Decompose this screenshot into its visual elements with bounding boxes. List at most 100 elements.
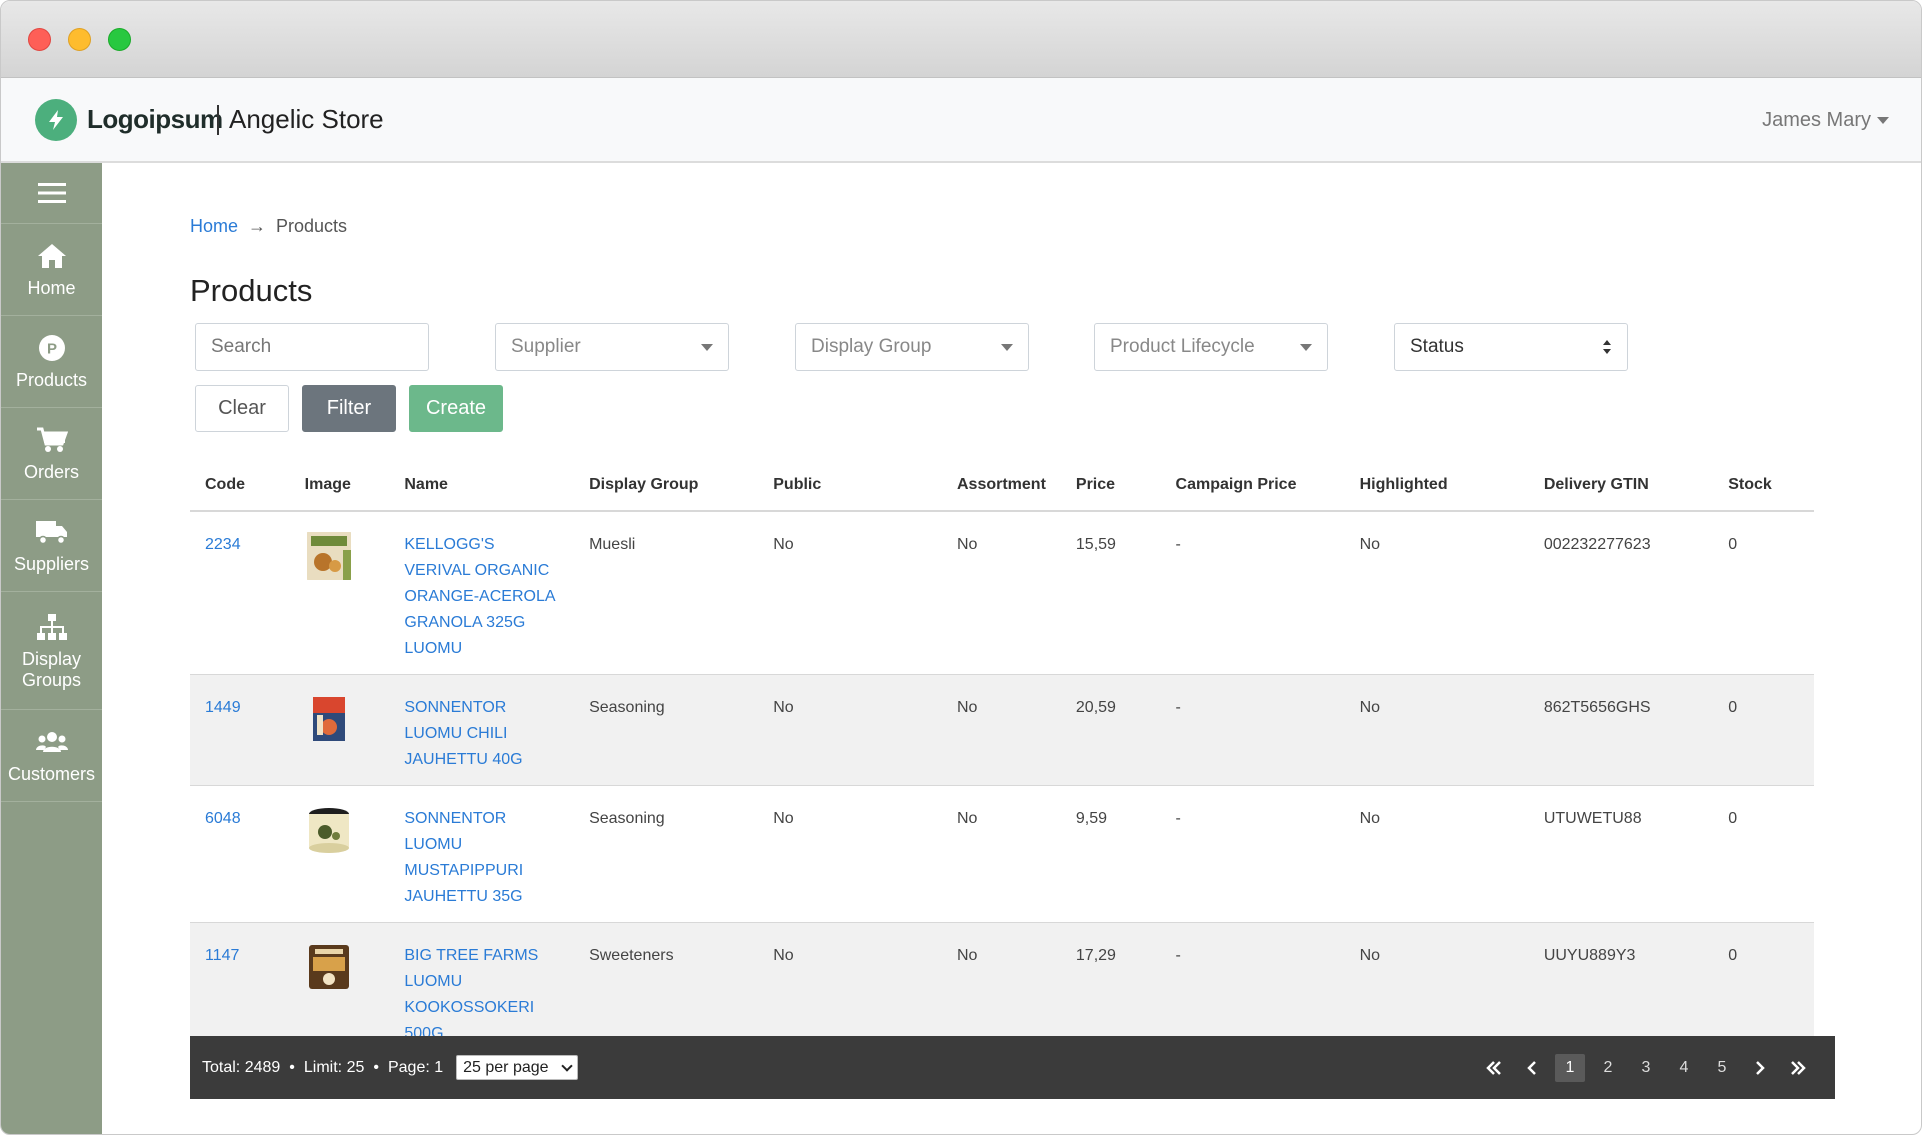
price-cell: 20,59 xyxy=(1060,674,1161,786)
brand-separator xyxy=(217,105,219,135)
home-icon xyxy=(36,240,68,272)
svg-text:P: P xyxy=(46,341,56,358)
stock-cell: 0 xyxy=(1713,674,1814,786)
first-page-button[interactable] xyxy=(1479,1054,1509,1082)
column-header[interactable]: Assortment xyxy=(941,459,1061,512)
product-thumbnail[interactable] xyxy=(305,943,353,991)
supplier-select[interactable]: Supplier xyxy=(495,323,729,371)
logo-icon[interactable] xyxy=(35,99,77,141)
breadcrumb-arrow: → xyxy=(248,216,267,236)
window-titlebar xyxy=(1,1,1921,78)
product-name-link[interactable]: SONNENTOR LUOMU CHILI JAUHETTU 40G xyxy=(404,699,522,768)
hamburger-icon xyxy=(37,183,66,203)
page-button-5[interactable]: 5 xyxy=(1707,1054,1737,1082)
caret-down-icon xyxy=(701,343,713,351)
column-header[interactable]: Campaign Price xyxy=(1160,459,1345,512)
caret-down-icon xyxy=(1877,117,1889,125)
public-cell: No xyxy=(758,674,942,786)
column-header[interactable]: Price xyxy=(1060,459,1161,512)
create-button[interactable]: Create xyxy=(409,385,503,432)
column-header[interactable]: Highlighted xyxy=(1344,459,1529,512)
column-header[interactable]: Display Group xyxy=(574,459,759,512)
sidebar-item-orders[interactable]: Orders xyxy=(1,407,102,499)
column-header[interactable]: Public xyxy=(758,459,942,512)
last-page-button[interactable] xyxy=(1783,1054,1813,1082)
next-page-button[interactable] xyxy=(1745,1054,1775,1082)
page-title: Products xyxy=(190,273,313,308)
product-thumbnail[interactable] xyxy=(305,532,353,580)
page-button-1[interactable]: 1 xyxy=(1555,1054,1585,1082)
cart-icon xyxy=(36,424,68,456)
product-code-link[interactable]: 6048 xyxy=(205,810,241,827)
filter-button[interactable]: Filter xyxy=(302,385,396,432)
product-name-link[interactable]: SONNENTOR LUOMU MUSTAPIPPURI JAUHETTU 35… xyxy=(404,810,523,905)
highlighted-cell: No xyxy=(1344,511,1529,675)
per-page-select[interactable]: 25 per page xyxy=(456,1055,578,1080)
chevron-down-icon xyxy=(560,1059,573,1072)
stock-cell: 0 xyxy=(1713,785,1814,923)
page-button-3[interactable]: 3 xyxy=(1631,1054,1661,1082)
separator-dot: • xyxy=(373,1058,379,1076)
display-group-select[interactable]: Display Group xyxy=(795,323,1029,371)
search-input[interactable]: Search xyxy=(195,323,429,371)
user-menu[interactable]: James Mary xyxy=(1762,109,1889,132)
truck-icon xyxy=(35,516,69,548)
display-group-select-label: Display Group xyxy=(811,336,932,357)
breadcrumb-home-link[interactable]: Home xyxy=(190,216,238,236)
close-window-button[interactable] xyxy=(28,28,51,51)
table-row[interactable]: 2234 KELLOGG'S VERIVAL ORGANIC ORANGE-AC… xyxy=(190,511,1814,675)
breadcrumb: Home → Products xyxy=(190,216,347,237)
supplier-select-label: Supplier xyxy=(511,336,581,357)
product-code-link[interactable]: 2234 xyxy=(205,536,241,553)
breadcrumb-current: Products xyxy=(276,216,348,236)
product-name-link[interactable]: BIG TREE FARMS LUOMU KOOKOSSOKERI 500G xyxy=(404,947,538,1042)
sidebar-item-label: Display Groups xyxy=(21,648,82,690)
column-header[interactable]: Image xyxy=(289,459,390,512)
product-thumbnail[interactable] xyxy=(305,806,353,854)
clear-button[interactable]: Clear xyxy=(195,385,289,432)
caret-down-icon xyxy=(1001,343,1013,351)
column-header[interactable]: Name xyxy=(389,459,575,512)
public-cell: No xyxy=(758,785,942,923)
column-header[interactable]: Code xyxy=(190,459,290,512)
sidebar-item-display-groups[interactable]: Display Groups xyxy=(1,591,102,709)
price-cell: 15,59 xyxy=(1060,511,1161,675)
sidebar-item-products[interactable]: P Products xyxy=(1,315,102,407)
store-name: Angelic Store xyxy=(229,104,384,134)
sidebar-item-label: Customers xyxy=(7,764,96,784)
top-navbar: Logoipsum Angelic Store James Mary xyxy=(1,78,1921,163)
table-row[interactable]: 1449 SONNENTOR LUOMU CHILI JAUHETTU 40G … xyxy=(190,674,1814,786)
sidebar-item-home[interactable]: Home xyxy=(1,223,102,315)
double-chevron-right-icon xyxy=(1791,1061,1806,1075)
sidebar-item-label: Suppliers xyxy=(13,554,90,574)
pagination-bar: Total: 2489 • Limit: 25 • Page: 1 25 per… xyxy=(190,1036,1835,1099)
brand-name[interactable]: Logoipsum xyxy=(87,104,223,135)
menu-toggle[interactable] xyxy=(1,163,102,223)
product-code-link[interactable]: 1147 xyxy=(205,947,239,964)
page-button-4[interactable]: 4 xyxy=(1669,1054,1699,1082)
delivery-gtin-cell: UTUWETU88 xyxy=(1528,785,1714,923)
status-select[interactable]: Status xyxy=(1394,323,1628,371)
users-icon xyxy=(35,726,69,758)
column-header[interactable]: Delivery GTIN xyxy=(1528,459,1714,512)
product-lifecycle-select[interactable]: Product Lifecycle xyxy=(1094,323,1328,371)
table-row[interactable]: 6048 SONNENTOR LUOMU MUSTAPIPPURI JAUHET… xyxy=(190,785,1814,923)
product-code-link[interactable]: 1449 xyxy=(205,699,241,716)
maximize-window-button[interactable] xyxy=(108,28,131,51)
column-header[interactable]: Stock xyxy=(1713,459,1814,512)
minimize-window-button[interactable] xyxy=(68,28,91,51)
chevron-right-icon xyxy=(1756,1061,1765,1075)
page-button-2[interactable]: 2 xyxy=(1593,1054,1623,1082)
product-thumbnail[interactable] xyxy=(305,695,353,743)
sidebar-item-suppliers[interactable]: Suppliers xyxy=(1,499,102,591)
sidebar-item-customers[interactable]: Customers xyxy=(1,709,102,801)
display-group-cell: Seasoning xyxy=(574,785,759,923)
product-name-link[interactable]: KELLOGG'S VERIVAL ORGANIC ORANGE-ACEROLA… xyxy=(404,536,554,657)
product-lifecycle-select-label: Product Lifecycle xyxy=(1110,336,1255,357)
sitemap-icon xyxy=(36,611,68,643)
prev-page-button[interactable] xyxy=(1517,1054,1547,1082)
app-window: Logoipsum Angelic Store James Mary Home … xyxy=(0,0,1922,1135)
status-select-label: Status xyxy=(1410,336,1464,357)
price-cell: 9,59 xyxy=(1060,785,1161,923)
campaign-price-cell: - xyxy=(1160,511,1345,675)
